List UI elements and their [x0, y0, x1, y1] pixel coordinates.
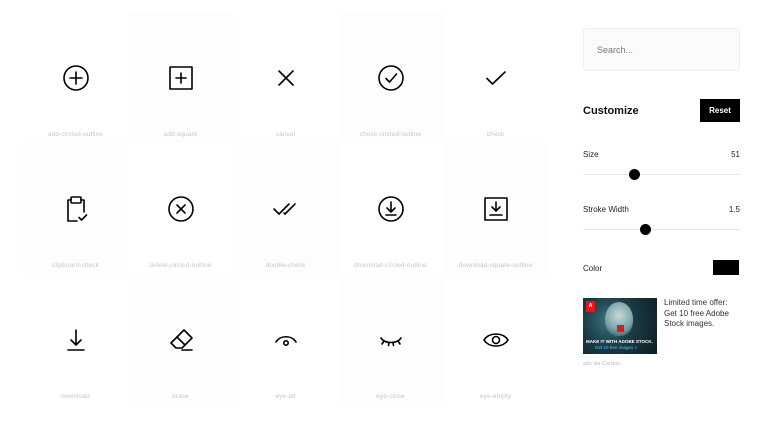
size-label: Size — [583, 150, 599, 159]
icon-tile-cancel[interactable]: cancel — [233, 12, 338, 143]
customize-title: Customize — [583, 105, 639, 117]
icon-label: download — [61, 393, 90, 400]
icon-tile-check[interactable]: check — [443, 12, 548, 143]
download-square-icon — [480, 193, 512, 225]
stroke-width-value: 1.5 — [728, 205, 740, 214]
ad-cta[interactable]: Get 10 free images > — [595, 345, 637, 350]
icon-tile-eye-empty[interactable]: eye-empty — [443, 274, 548, 405]
eye-alt-icon — [270, 324, 302, 356]
download-circle-icon — [375, 193, 407, 225]
icon-label: eye-alt — [275, 393, 296, 400]
adobe-logo-icon: A — [586, 301, 595, 312]
check-circle-icon — [375, 62, 407, 94]
icon-tile-download-square-outline[interactable]: download-square-outline — [443, 143, 548, 274]
icon-tile-check-circled-outline[interactable]: check-circled-outline — [338, 12, 443, 143]
size-value: 51 — [731, 150, 740, 159]
eraser-icon — [165, 324, 197, 356]
icon-tile-download[interactable]: download — [23, 274, 128, 405]
icon-label: add-circled-outline — [47, 131, 103, 138]
icon-label: cancel — [275, 131, 296, 138]
ad-headline: MAKE IT WITH ADOBE STOCK. — [586, 339, 653, 344]
eye-icon — [480, 324, 512, 356]
search-input[interactable] — [583, 28, 740, 71]
x-icon — [270, 62, 302, 94]
sidebar: Customize Reset Size 51 Stroke Width 1.5… — [583, 28, 740, 408]
icon-tile-add-square[interactable]: add-square — [128, 12, 233, 143]
plus-square-icon — [165, 62, 197, 94]
icon-label: check-circled-outline — [359, 131, 422, 138]
icon-tile-erase[interactable]: erase — [128, 274, 233, 405]
icon-tile-delete-circled-outline[interactable]: delete-circled-outline — [128, 143, 233, 274]
icon-label: download-circled-outline — [354, 262, 427, 269]
icon-tile-add-circled-outline[interactable]: add-circled-outline — [23, 12, 128, 143]
size-slider-thumb[interactable] — [629, 169, 641, 180]
ad-badge-icon — [617, 325, 624, 332]
ad-text[interactable]: Limited time offer: Get 10 free Adobe St… — [664, 298, 742, 330]
icon-label: check — [486, 131, 505, 138]
clipboard-check-icon — [60, 193, 92, 225]
ad-block[interactable]: A MAKE IT WITH ADOBE STOCK. Get 10 free … — [583, 298, 740, 358]
icon-label: double-check — [265, 262, 306, 269]
stroke-width-slider-track[interactable] — [583, 229, 740, 230]
icon-tile-clipboard-check[interactable]: clipboard-check — [23, 143, 128, 274]
plus-circle-icon — [60, 62, 92, 94]
icon-label: delete-circled-outline — [149, 262, 212, 269]
color-swatch[interactable] — [713, 260, 739, 275]
check-icon — [480, 62, 512, 94]
icon-tile-eye-alt[interactable]: eye-alt — [233, 274, 338, 405]
stroke-width-slider-thumb[interactable] — [640, 224, 652, 235]
double-check-icon — [270, 193, 302, 225]
x-circle-icon — [165, 193, 197, 225]
icon-label: eye-close — [376, 393, 405, 400]
icon-label: clipboard-check — [51, 262, 100, 269]
icon-label: add-square — [163, 131, 198, 138]
color-label: Color — [583, 264, 603, 273]
icon-tile-download-circled-outline[interactable]: download-circled-outline — [338, 143, 443, 274]
icon-label: download-square-outline — [458, 262, 533, 269]
reset-button[interactable]: Reset — [700, 99, 740, 122]
download-icon — [60, 324, 92, 356]
ad-via[interactable]: ads via Carbon — [583, 361, 620, 367]
eye-closed-icon — [375, 324, 407, 356]
icon-tile-eye-close[interactable]: eye-close — [338, 274, 443, 405]
icon-label: erase — [172, 393, 189, 400]
icon-label: eye-empty — [479, 393, 512, 400]
icon-grid: add-circled-outline add-square cancel check… — [23, 12, 550, 426]
ad-image[interactable]: A MAKE IT WITH ADOBE STOCK. Get 10 free … — [583, 298, 657, 354]
size-slider-track[interactable] — [583, 174, 740, 175]
icon-tile-double-check[interactable]: double-check — [233, 143, 338, 274]
stroke-width-label: Stroke Width — [583, 205, 629, 214]
